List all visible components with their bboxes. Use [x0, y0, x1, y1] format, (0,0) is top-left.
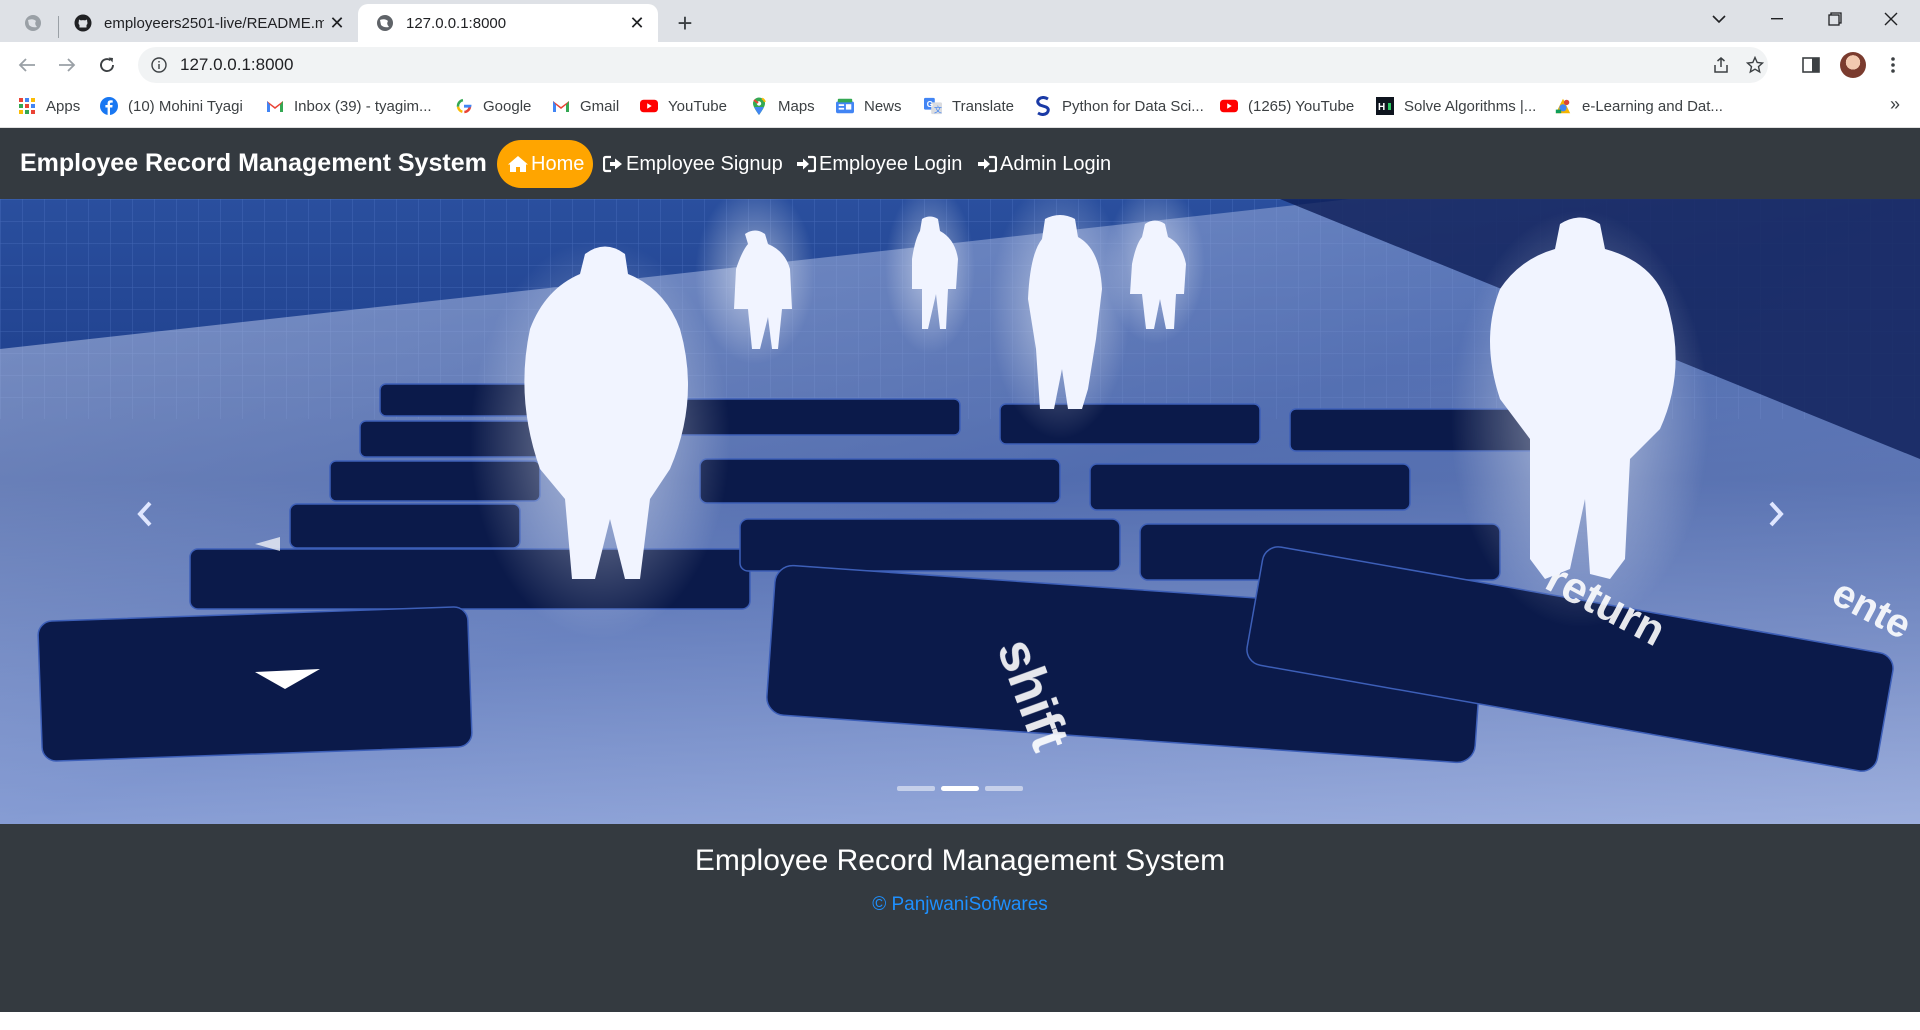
minimize-icon[interactable] [1748, 0, 1806, 38]
nav-employee-login-label: Employee Login [819, 152, 963, 175]
site-info-icon[interactable] [150, 56, 168, 74]
carousel-slide-image: shift return ente [0, 199, 1920, 824]
nav-admin-login-label: Admin Login [1000, 152, 1112, 175]
bookmarks-bar: Apps (10) Mohini Tyagi Inbox (39) - tyag… [0, 88, 1920, 128]
more-bookmarks-icon[interactable]: » [1890, 94, 1900, 115]
bookmark-label: e-Learning and Dat... [1582, 97, 1723, 115]
login-icon [976, 154, 998, 174]
github-icon [74, 14, 92, 32]
bookmark-label: Python for Data Sci... [1062, 97, 1204, 115]
bookmark-google[interactable]: Google [455, 88, 531, 124]
browser-tab-inactive[interactable]: employeers2501-live/README.m ✕ [0, 4, 358, 42]
browser-toolbar: 127.0.0.1:8000 [0, 42, 1920, 88]
site-navbar: Employee Record Management System Home E… [0, 128, 1920, 199]
youtube-icon [640, 97, 658, 115]
news-icon [836, 97, 854, 115]
kebab-menu-icon[interactable] [1878, 50, 1908, 80]
browser-tab-strip: employeers2501-live/README.m ✕ 127.0.0.1… [0, 0, 1920, 42]
site-footer: Employee Record Management System © Panj… [0, 824, 1920, 1012]
browser-tab-active[interactable]: 127.0.0.1:8000 ✕ [358, 4, 658, 42]
translate-icon: G文 [924, 97, 942, 115]
side-panel-icon[interactable] [1796, 50, 1826, 80]
google-icon [455, 97, 473, 115]
home-icon [507, 154, 529, 174]
back-arrow-icon[interactable] [12, 50, 42, 80]
forward-arrow-icon[interactable] [52, 50, 82, 80]
bookmark-apps[interactable]: Apps [18, 88, 80, 124]
youtube-icon [1220, 97, 1238, 115]
maps-pin-icon [750, 97, 768, 115]
carousel-prev-icon[interactable] [115, 484, 175, 544]
signup-icon [602, 154, 624, 174]
svg-text:H: H [1378, 102, 1385, 113]
bookmark-label: (10) Mohini Tyagi [128, 97, 243, 115]
bookmark-solve-algorithms[interactable]: H Solve Algorithms |... [1376, 88, 1536, 124]
bookmark-star-icon[interactable] [1738, 47, 1772, 83]
globe-icon [376, 14, 394, 32]
bookmark-label: Maps [778, 97, 815, 115]
gmail-icon [552, 97, 570, 115]
footer-copyright-link[interactable]: © PanjwaniSofwares [0, 894, 1920, 916]
bookmark-label: (1265) YouTube [1248, 97, 1355, 115]
bookmark-inbox[interactable]: Inbox (39) - tyagim... [266, 88, 432, 124]
reload-icon[interactable] [92, 50, 122, 80]
scaler-icon [1034, 96, 1052, 116]
nav-employee-login[interactable]: Employee Login [795, 140, 962, 188]
bookmark-label: YouTube [668, 97, 727, 115]
svg-text:文: 文 [934, 104, 942, 114]
hero-carousel: shift return ente [0, 199, 1920, 824]
site-brand[interactable]: Employee Record Management System [20, 128, 487, 199]
carousel-next-icon[interactable] [1746, 484, 1806, 544]
bookmark-elearning[interactable]: e-Learning and Dat... [1554, 88, 1723, 124]
share-icon[interactable] [1704, 47, 1738, 83]
carousel-indicator[interactable] [897, 786, 935, 791]
profile-avatar[interactable] [1838, 50, 1868, 80]
carousel-indicator[interactable] [985, 786, 1023, 791]
svg-text:G: G [927, 100, 933, 109]
nav-employee-signup[interactable]: Employee Signup [602, 140, 783, 188]
elearning-icon [1554, 97, 1572, 115]
carousel-indicators [0, 786, 1920, 791]
bookmark-youtube[interactable]: YouTube [640, 88, 727, 124]
tab-search-icon[interactable] [1690, 0, 1748, 38]
bookmark-facebook[interactable]: (10) Mohini Tyagi [100, 88, 243, 124]
nav-home-label: Home [531, 152, 585, 175]
bookmark-gmail[interactable]: Gmail [552, 88, 619, 124]
bookmark-python-data-science[interactable]: Python for Data Sci... [1034, 88, 1204, 124]
bookmark-label: Gmail [580, 97, 620, 115]
bookmark-maps[interactable]: Maps [750, 88, 815, 124]
bookmark-label: Inbox (39) - tyagim... [294, 97, 432, 115]
globe-icon [24, 14, 42, 32]
tab-separator [58, 16, 59, 38]
nav-home[interactable]: Home [497, 140, 593, 188]
tab-title: employeers2501-live/README.m [104, 14, 324, 32]
carousel-indicator-active[interactable] [941, 786, 979, 791]
bookmark-translate[interactable]: G文 Translate [924, 88, 1014, 124]
close-tab-icon[interactable]: ✕ [324, 10, 350, 36]
bookmark-label: Apps [46, 97, 81, 115]
tab-title: 127.0.0.1:8000 [406, 14, 507, 32]
bookmark-youtube-1265[interactable]: (1265) YouTube [1220, 88, 1354, 124]
new-tab-button[interactable]: + [670, 8, 700, 38]
close-window-icon[interactable] [1862, 0, 1920, 38]
address-url: 127.0.0.1:8000 [180, 55, 294, 74]
footer-title: Employee Record Management System [694, 844, 1226, 877]
facebook-icon [100, 97, 118, 115]
address-bar[interactable]: 127.0.0.1:8000 [138, 47, 1768, 83]
hackerrank-icon: H [1376, 97, 1394, 115]
apps-grid-icon [18, 97, 36, 115]
bookmark-label: Translate [952, 97, 1014, 115]
bookmark-label: News [864, 97, 902, 115]
restore-icon[interactable] [1806, 0, 1864, 38]
bookmark-label: Solve Algorithms |... [1404, 97, 1537, 115]
gmail-icon [266, 97, 284, 115]
avatar [1840, 52, 1866, 78]
bookmark-label: Google [483, 97, 532, 115]
login-icon [795, 154, 817, 174]
page-bottom-margin [0, 1012, 1920, 1030]
close-tab-icon[interactable]: ✕ [624, 10, 650, 36]
nav-signup-label: Employee Signup [626, 152, 783, 175]
bookmark-news[interactable]: News [836, 88, 902, 124]
nav-admin-login[interactable]: Admin Login [976, 140, 1111, 188]
